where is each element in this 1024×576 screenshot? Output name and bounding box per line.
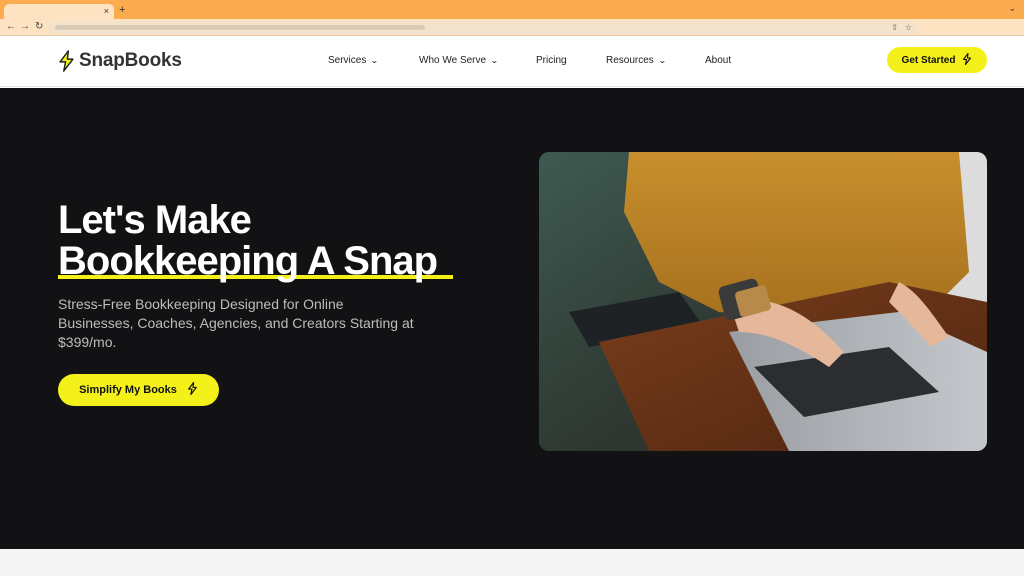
- nav-about-label: About: [705, 55, 732, 66]
- nav-services-label: Services: [328, 55, 367, 66]
- lightning-icon: [187, 381, 198, 398]
- nav-resources-label: Resources: [606, 55, 654, 66]
- reload-icon[interactable]: ↻: [35, 21, 43, 33]
- tab-close-icon[interactable]: ×: [104, 5, 109, 17]
- nav-who-we-serve[interactable]: Who We Serve ⌄: [419, 54, 499, 68]
- lightning-logo-icon: [59, 50, 74, 72]
- simplify-my-books-label: Simplify My Books: [79, 384, 177, 396]
- browser-tab-bar: × + ⌄: [0, 0, 1024, 19]
- site-header: SnapBooks Services ⌄ Who We Serve ⌄ Pric…: [0, 36, 1024, 87]
- hero-section: Let's Make Bookkeeping A Snap Stress-Fre…: [0, 88, 1024, 549]
- browser-toolbar: ← → ↻ ⇧ ☆: [0, 19, 1024, 36]
- get-started-label: Get Started: [901, 54, 956, 66]
- new-tab-icon[interactable]: +: [119, 3, 125, 17]
- nav-pricing-label: Pricing: [536, 55, 567, 66]
- chevron-down-icon: ⌄: [657, 56, 667, 65]
- chevron-down-icon: ⌄: [370, 56, 380, 65]
- logo[interactable]: SnapBooks: [57, 48, 182, 74]
- hero-subtitle: Stress-Free Bookkeeping Designed for Onl…: [58, 296, 414, 350]
- tab-menu-chevron-icon[interactable]: ⌄: [1008, 3, 1016, 14]
- forward-icon[interactable]: →: [20, 21, 30, 33]
- hero-title-line1: Let's Make: [58, 198, 252, 242]
- address-bar-url: [55, 25, 425, 30]
- address-bar[interactable]: ⇧ ☆: [49, 21, 918, 34]
- nav-resources[interactable]: Resources ⌄: [606, 54, 667, 68]
- nav-who-we-serve-label: Who We Serve: [419, 55, 487, 66]
- share-icon[interactable]: ⇧: [891, 21, 898, 34]
- nav-about[interactable]: About: [705, 54, 731, 68]
- logo-text: SnapBooks: [79, 50, 182, 71]
- lightning-icon: [962, 52, 972, 68]
- hero-title-line2: Bookkeeping A Snap: [58, 239, 438, 283]
- simplify-my-books-button[interactable]: Simplify My Books: [58, 374, 219, 406]
- laptop-photo-illustration: [539, 152, 987, 451]
- chevron-down-icon: ⌄: [490, 56, 499, 65]
- bottom-strip: [0, 549, 1024, 576]
- back-icon[interactable]: ←: [6, 21, 16, 33]
- get-started-button[interactable]: Get Started: [887, 47, 987, 73]
- nav-services[interactable]: Services ⌄: [328, 54, 380, 68]
- browser-tab[interactable]: ×: [4, 4, 114, 19]
- hero-photo: [539, 152, 987, 451]
- nav-pricing[interactable]: Pricing: [536, 54, 567, 68]
- star-icon[interactable]: ☆: [905, 21, 912, 34]
